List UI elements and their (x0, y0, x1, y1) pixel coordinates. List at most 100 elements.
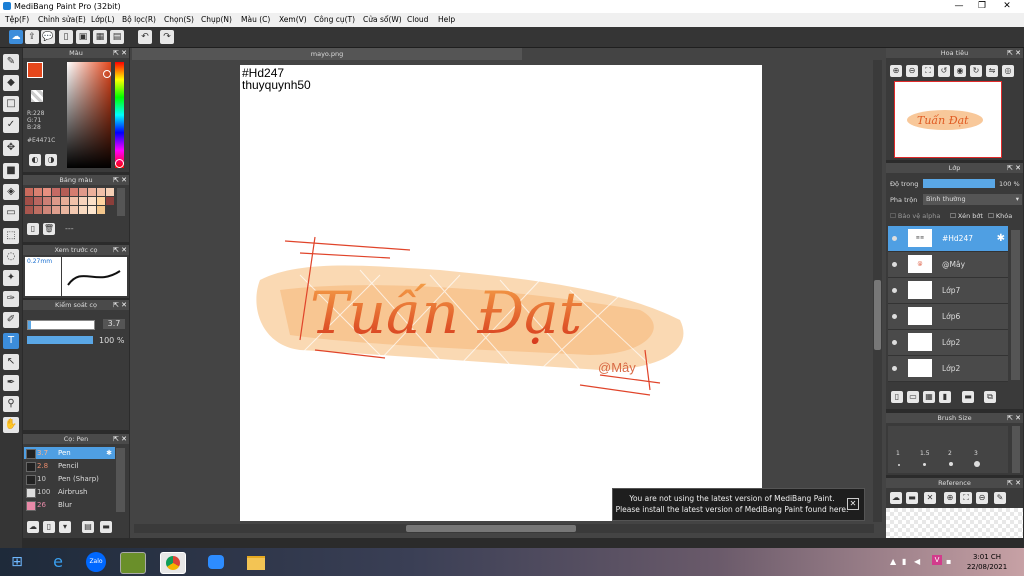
menu-window[interactable]: Cửa sổ(W) (363, 13, 402, 27)
reference-cloud-icon[interactable]: ☁ (890, 492, 902, 504)
palette-swatch[interactable] (88, 188, 96, 196)
brush-size-scrollbar[interactable] (1012, 426, 1020, 473)
palette-swatch[interactable] (79, 188, 87, 196)
palette-swatch[interactable] (43, 188, 51, 196)
zalo-icon[interactable]: Zalo (86, 552, 106, 572)
add-swatch-icon[interactable]: ▯ (27, 223, 39, 235)
saturation-value-picker[interactable] (67, 62, 111, 168)
brush-item-pen-sharp[interactable]: 10 Pen (Sharp) (24, 473, 115, 485)
copy-layer-icon[interactable]: ▭ (907, 391, 919, 403)
palette-swatch[interactable] (61, 197, 69, 205)
maximize-button[interactable]: ❐ (971, 0, 993, 13)
magic-wand-icon[interactable]: ✦ (3, 270, 19, 286)
lock-checkbox[interactable]: ☐ Khóa (988, 212, 1012, 220)
reset-icon[interactable]: ◎ (1002, 65, 1014, 77)
zoom-icon[interactable] (204, 552, 228, 572)
rotate-left-icon[interactable]: ↺ (938, 65, 950, 77)
lasso-tool-icon[interactable]: ✓ (3, 117, 19, 133)
clipping-checkbox[interactable]: ☐ Xén bớt (950, 212, 983, 220)
tray-arrow-icon[interactable]: ▲ (890, 557, 896, 566)
palette-swatch[interactable] (79, 206, 87, 214)
eye-icon[interactable] (892, 340, 897, 345)
save-icon[interactable]: ▣ (76, 30, 90, 44)
eye-icon[interactable] (892, 262, 897, 267)
move-tool-icon[interactable]: ✥ (3, 140, 19, 156)
new-brush-icon[interactable]: ▯ (43, 521, 55, 533)
palette-swatch[interactable] (61, 206, 69, 214)
lasso-dotted-icon[interactable]: ◌ (3, 249, 19, 265)
menu-cloud[interactable]: Cloud (407, 13, 428, 27)
pen-tool-icon[interactable]: ✒ (3, 375, 19, 391)
bucket-icon[interactable]: ◈ (3, 184, 19, 200)
palette-swatch[interactable] (79, 197, 87, 205)
palette-swatch[interactable] (43, 197, 51, 205)
new-layer-icon[interactable]: ▯ (891, 391, 903, 403)
reference-open-icon[interactable]: ▬ (906, 492, 918, 504)
canvas-vertical-scrollbar[interactable] (873, 60, 882, 522)
delete-swatch-icon[interactable]: 🗑 (43, 223, 55, 235)
palette-swatch[interactable] (97, 197, 105, 205)
eye-icon[interactable] (892, 314, 897, 319)
rect-select-icon[interactable]: □ (3, 96, 19, 112)
text-tool-icon[interactable]: T (3, 333, 19, 349)
palette-swatch[interactable] (43, 206, 51, 214)
chrome-icon[interactable] (160, 552, 186, 574)
palette-swatch[interactable] (34, 188, 42, 196)
eye-icon[interactable] (892, 366, 897, 371)
layer-row-lop6[interactable]: Lớp6 (888, 304, 1008, 330)
palette-swatch[interactable] (52, 188, 60, 196)
brush-item-blur[interactable]: 26 Blur (24, 499, 115, 511)
file-explorer-icon[interactable] (244, 552, 268, 572)
ie-browser-icon[interactable]: e (46, 552, 70, 572)
brush-tool-icon[interactable]: ✎ (3, 54, 19, 70)
brush-menu-icon[interactable]: ▾ (59, 521, 71, 533)
redo-icon[interactable]: ↷ (160, 30, 174, 44)
comment-icon[interactable]: 💬 (41, 30, 55, 44)
blend-mode-select[interactable]: Bình thường ▾ (923, 194, 1022, 205)
menu-view[interactable]: Xem(V) (279, 13, 307, 27)
new-file-icon[interactable]: ▯ (59, 30, 73, 44)
grid-icon[interactable]: ▦ (93, 30, 107, 44)
hue-handle[interactable] (115, 159, 124, 168)
reference-zoom-in-icon[interactable]: ⊕ (944, 492, 956, 504)
app-green-icon[interactable] (120, 552, 146, 574)
cloud-icon[interactable]: ☁ (9, 30, 23, 44)
palette-swatch[interactable] (25, 188, 33, 196)
palette-swatch[interactable] (34, 206, 42, 214)
layer-settings-icon[interactable]: ✱ (997, 233, 1005, 244)
reference-area[interactable] (886, 508, 1023, 538)
menu-help[interactable]: Help (438, 13, 455, 27)
brush-list-scrollbar[interactable] (116, 448, 125, 512)
vertical-scroll-thumb[interactable] (874, 280, 881, 350)
reference-zoom-out-icon[interactable]: ⊖ (976, 492, 988, 504)
layer-scrollbar[interactable] (1011, 230, 1020, 380)
actual-size-icon[interactable]: ◉ (954, 65, 966, 77)
gradient-icon[interactable]: ▭ (3, 205, 19, 221)
brush-size-value[interactable]: 3.7 (103, 319, 125, 329)
hue-slider[interactable] (115, 62, 124, 168)
menu-edit[interactable]: Chỉnh sửa(E) (38, 13, 86, 27)
palette-scrollbar[interactable] (117, 188, 125, 216)
drawing-canvas[interactable]: #Hd247 thuyquynh50 Tuấn Đạt @Mây (240, 65, 762, 521)
layer-row-lop2a[interactable]: Lớp2 (888, 330, 1008, 356)
menu-layer[interactable]: Lớp(L) (91, 13, 115, 27)
palette-swatch[interactable] (106, 188, 114, 196)
hand-tool-icon[interactable]: ✋ (3, 417, 19, 433)
brush-item-airbrush[interactable]: 100 Airbrush (24, 486, 115, 498)
minimize-button[interactable]: — (948, 0, 970, 13)
palette-swatch[interactable] (70, 197, 78, 205)
brush-opacity-slider[interactable] (27, 336, 93, 344)
duplicate-layer-icon[interactable]: ⧉ (984, 391, 996, 403)
brush-item-pen[interactable]: 3.7 Pen ✱ (24, 447, 115, 459)
brush-copy-icon[interactable]: ▤ (82, 521, 94, 533)
zoom-out-icon[interactable]: ⊖ (906, 65, 918, 77)
brush-folder-icon[interactable]: ▬ (100, 521, 112, 533)
eraser-tool-icon[interactable]: ◆ (3, 75, 19, 91)
close-button[interactable]: ✕ (996, 0, 1018, 13)
brush-item-pencil[interactable]: 2.8 Pencil (24, 460, 115, 472)
layer-row-lop2b[interactable]: Lớp2 (888, 356, 1008, 382)
protect-alpha-checkbox[interactable]: ☐ Bảo vệ alpha (890, 212, 940, 220)
palette-swatch[interactable] (25, 206, 33, 214)
menu-file[interactable]: Tệp(F) (5, 13, 29, 27)
color-wheel-icon[interactable]: ◐ (29, 154, 41, 166)
